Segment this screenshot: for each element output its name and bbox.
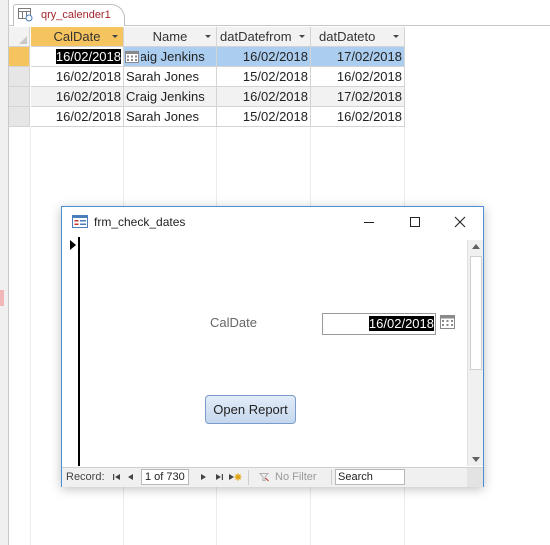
calendar-icon[interactable] <box>440 315 455 329</box>
tab-qry-calender1[interactable]: qry_calender1 <box>13 4 125 26</box>
record-label: Record: <box>66 471 105 483</box>
scroll-thumb[interactable] <box>470 256 482 370</box>
open-report-button[interactable]: Open Report <box>205 395 296 424</box>
cell-datdateto[interactable]: 16/02/2018 <box>311 67 405 87</box>
form-window-frm-check-dates: frm_check_dates CalDate 16/02/2018 Open … <box>61 206 484 487</box>
tab-label: qry_calender1 <box>41 9 111 21</box>
cell-caldate[interactable]: 16/02/2018 <box>31 47 124 67</box>
cell-value: 15/02/2018 <box>242 109 308 124</box>
record-selector[interactable] <box>9 107 30 127</box>
nav-separator <box>248 470 249 485</box>
cell-value: 16/02/2018 <box>336 69 402 84</box>
form-record-selector[interactable] <box>62 237 80 466</box>
cell-value: 16/02/2018 <box>242 49 308 64</box>
col-header-datdateto[interactable]: datDateto <box>311 27 405 47</box>
col-header-label: datDateto <box>319 29 376 44</box>
cell-datdatefrom[interactable]: 15/02/2018 <box>217 67 311 87</box>
first-record-icon[interactable] <box>112 472 122 482</box>
col-header-label: CalDate <box>53 29 101 44</box>
cell-value: 16/02/2018 <box>55 109 121 124</box>
record-navigation-bar: Record: 1 of 730 No Filter Search <box>62 467 483 487</box>
calendar-icon[interactable] <box>125 51 139 63</box>
chevron-down-icon[interactable] <box>205 35 211 38</box>
form-titlebar[interactable]: frm_check_dates <box>62 207 483 237</box>
search-input[interactable]: Search <box>335 469 405 485</box>
current-record-arrow-icon <box>70 240 76 250</box>
cell-value: 16/02/2018 <box>242 89 308 104</box>
col-header-caldate[interactable]: CalDate <box>31 27 124 47</box>
cell-name[interactable]: Sarah Jones <box>124 67 217 87</box>
filter-icon <box>259 473 269 482</box>
col-header-label: datDatefrom <box>220 29 292 44</box>
minimize-icon <box>364 222 374 223</box>
scroll-up-icon[interactable] <box>472 244 480 249</box>
document-tab-strip: qry_calender1 <box>9 0 550 26</box>
form-icon <box>72 215 88 228</box>
maximize-icon <box>410 217 420 227</box>
record-selector[interactable] <box>9 67 30 87</box>
cell-name[interactable]: Craig Jenkins <box>124 87 217 107</box>
chevron-down-icon[interactable] <box>393 35 399 38</box>
maximize-button[interactable] <box>392 207 438 237</box>
scrollbar-corner <box>467 468 483 487</box>
next-record-icon[interactable] <box>198 472 208 482</box>
cell-value: 16/02/2018 <box>55 69 121 84</box>
nav-separator <box>331 470 332 485</box>
cell-datdateto[interactable]: 17/02/2018 <box>311 87 405 107</box>
cell-caldate[interactable]: 16/02/2018 <box>31 107 124 127</box>
cell-name[interactable]: Craig Jenkins <box>124 47 217 67</box>
cell-caldate[interactable]: 16/02/2018 <box>31 67 124 87</box>
col-header-datdatefrom[interactable]: datDatefrom <box>217 27 311 47</box>
new-record-icon[interactable] <box>228 472 242 482</box>
chevron-down-icon[interactable] <box>299 35 305 38</box>
caldate-label: CalDate <box>210 315 257 330</box>
close-icon <box>454 216 466 228</box>
cell-datdatefrom[interactable]: 16/02/2018 <box>217 47 311 67</box>
form-title: frm_check_dates <box>94 215 186 229</box>
cell-value: 16/02/2018 <box>55 49 121 64</box>
cell-value: 16/02/2018 <box>55 89 121 104</box>
last-record-icon[interactable] <box>214 472 224 482</box>
close-button[interactable] <box>437 207 483 237</box>
col-header-label: Name <box>152 29 188 44</box>
cell-datdateto[interactable]: 17/02/2018 <box>311 47 405 67</box>
cell-value: 16/02/2018 <box>336 109 402 124</box>
chevron-down-icon[interactable] <box>112 35 118 38</box>
scroll-down-icon[interactable] <box>472 457 480 462</box>
cell-value: 17/02/2018 <box>336 49 402 64</box>
col-header-name[interactable]: Name <box>124 27 217 47</box>
cell-value: Sarah Jones <box>126 109 199 124</box>
no-filter-button[interactable]: No Filter <box>275 471 317 483</box>
caldate-value: 16/02/2018 <box>368 316 434 331</box>
record-selector[interactable] <box>9 87 30 107</box>
cell-value: Craig Jenkins <box>126 89 205 104</box>
caldate-field[interactable]: 16/02/2018 <box>322 313 436 335</box>
record-position-field[interactable]: 1 of 730 <box>141 469 189 485</box>
cell-value: Sarah Jones <box>126 69 199 84</box>
select-all-box[interactable] <box>9 27 30 47</box>
left-edge-marker <box>0 290 4 306</box>
cell-datdateto[interactable]: 16/02/2018 <box>311 107 405 127</box>
minimize-button[interactable] <box>346 207 392 237</box>
prev-record-icon[interactable] <box>126 472 136 482</box>
record-selector[interactable] <box>9 47 30 67</box>
cell-value: 15/02/2018 <box>242 69 308 84</box>
cell-datdatefrom[interactable]: 15/02/2018 <box>217 107 311 127</box>
query-icon <box>18 8 33 22</box>
app-left-edge <box>0 0 9 545</box>
cell-caldate[interactable]: 16/02/2018 <box>31 87 124 107</box>
cell-value: 17/02/2018 <box>336 89 402 104</box>
vertical-scrollbar[interactable] <box>467 240 483 466</box>
cell-name[interactable]: Sarah Jones <box>124 107 217 127</box>
cell-datdatefrom[interactable]: 16/02/2018 <box>217 87 311 107</box>
